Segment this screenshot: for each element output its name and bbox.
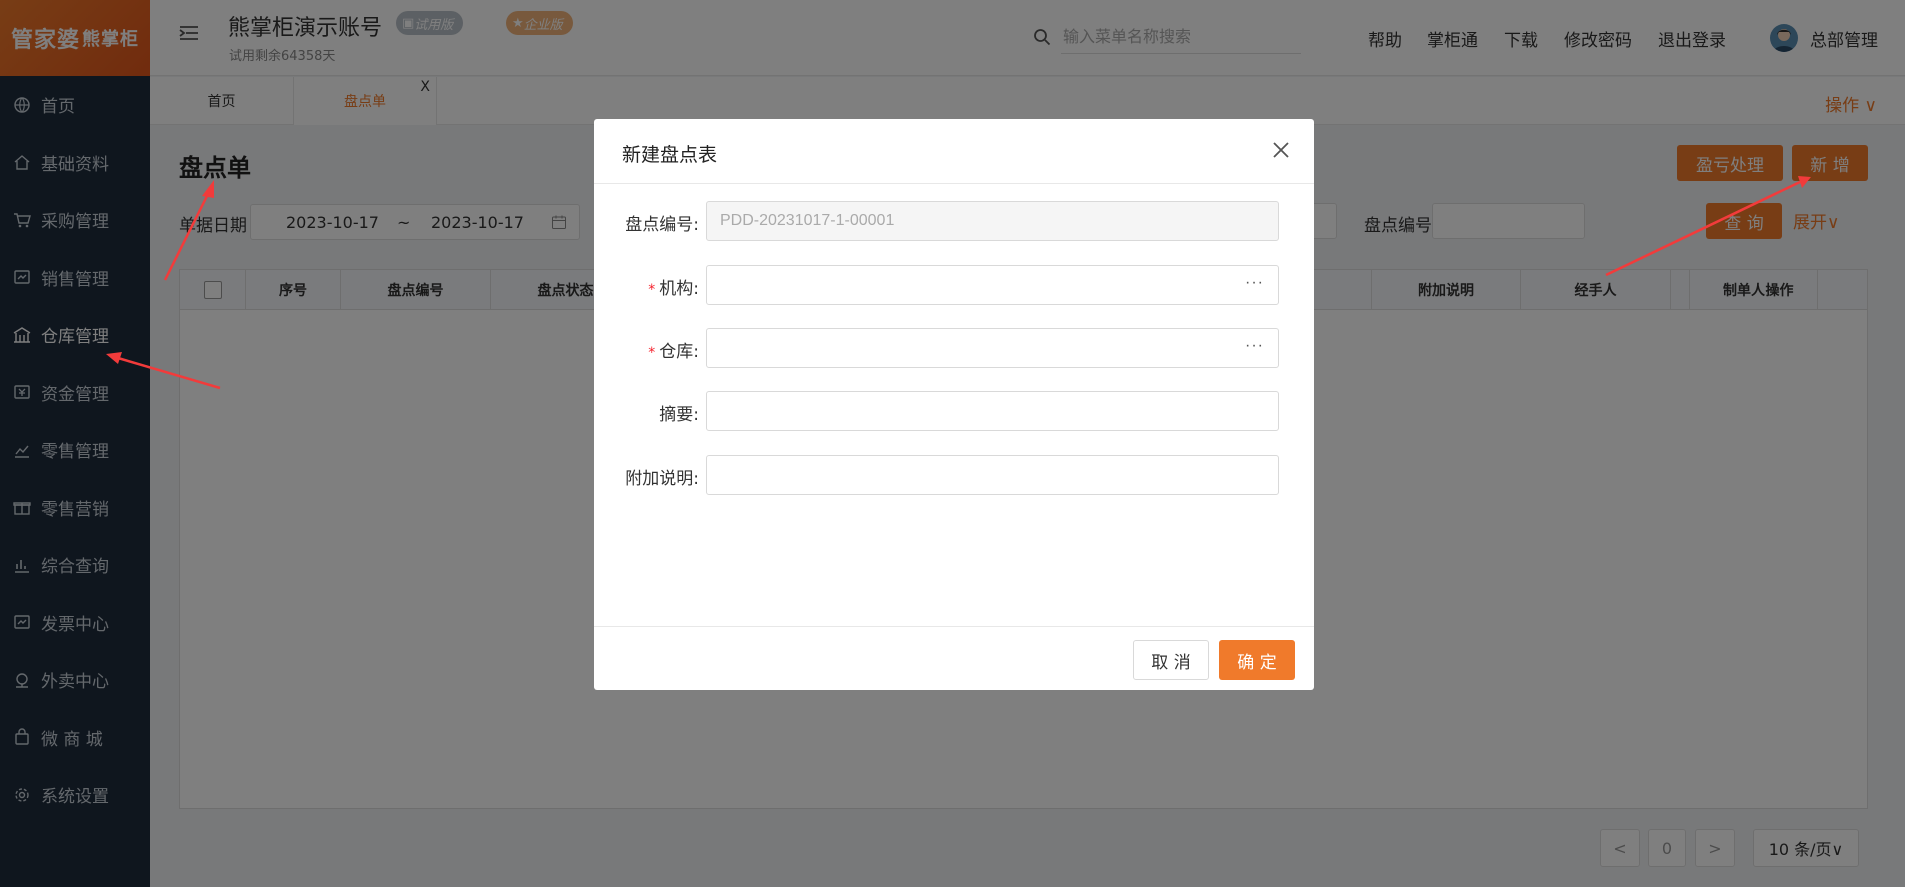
dialog-footer: 取 消 确 定 — [594, 626, 1314, 690]
additional-note-field[interactable] — [706, 455, 1279, 495]
confirm-button[interactable]: 确 定 — [1219, 640, 1295, 680]
close-icon[interactable] — [1270, 139, 1292, 161]
form-label-text: 附加说明: — [625, 469, 699, 489]
form-label: 盘点编号: — [625, 210, 699, 235]
form-label-text: 摘要: — [659, 405, 699, 425]
dialog-title: 新建盘点表 — [622, 144, 718, 166]
more-icon[interactable]: ··· — [1245, 274, 1264, 292]
form-label-text: 机构: — [659, 279, 699, 299]
form-label: * 仓库: — [648, 337, 699, 362]
form-row: * 机构: ··· — [594, 265, 1314, 305]
dialog-header: 新建盘点表 — [594, 119, 1314, 184]
warehouse-field[interactable]: ··· — [706, 328, 1279, 368]
form-label: 附加说明: — [625, 464, 699, 489]
form-row: 盘点编号: PDD-20231017-1-00001 — [594, 201, 1314, 241]
form-label-text: 仓库: — [659, 342, 699, 362]
organization-field[interactable]: ··· — [706, 265, 1279, 305]
count-code-field-value: PDD-20231017-1-00001 — [720, 212, 895, 229]
cancel-button[interactable]: 取 消 — [1133, 640, 1209, 680]
required-mark: * — [648, 345, 656, 361]
summary-field[interactable] — [706, 391, 1279, 431]
more-icon[interactable]: ··· — [1245, 337, 1264, 355]
form-row: 附加说明: — [594, 455, 1314, 495]
form-label: * 机构: — [648, 274, 699, 299]
count-code-field: PDD-20231017-1-00001 — [706, 201, 1279, 241]
form-row: * 仓库: ··· — [594, 328, 1314, 368]
form-row: 摘要: — [594, 391, 1314, 431]
required-mark: * — [648, 282, 656, 298]
new-inventory-count-dialog: 新建盘点表 盘点编号: PDD-20231017-1-00001 * 机构: ··· * 仓… — [594, 119, 1314, 690]
form-label: 摘要: — [659, 400, 699, 425]
form-label-text: 盘点编号: — [625, 215, 699, 235]
